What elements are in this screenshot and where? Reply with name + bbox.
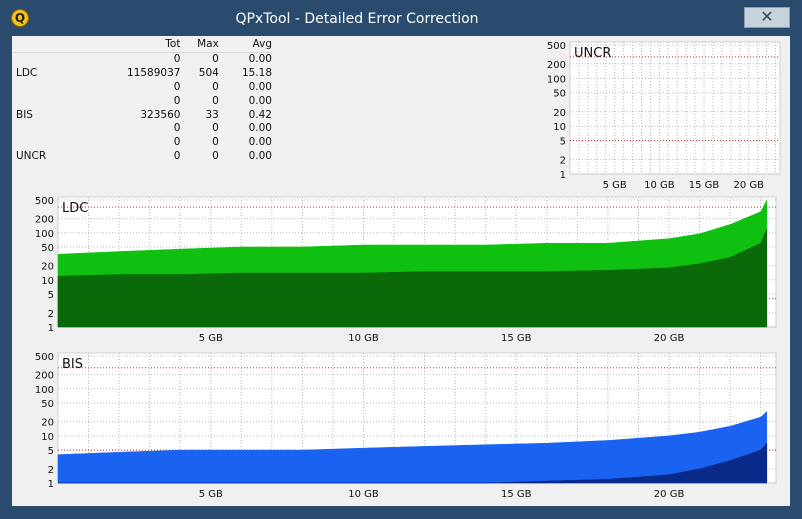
stats-row-label (14, 81, 86, 95)
stats-row: 0 0 0.00 (14, 52, 272, 66)
y-tick-label: 20 (41, 418, 54, 429)
stats-row-max: 0 (212, 150, 219, 163)
y-tick-label: 500 (547, 41, 566, 52)
stats-row-max: 0 (212, 52, 219, 65)
stats-row-max: 0 (212, 122, 219, 135)
stats-row-avg: 0.00 (248, 52, 272, 65)
error-stats-table: Tot Max Avg 0 0 0.00 LDC 11589037 504 15.18 0 0 0… (14, 38, 272, 164)
y-tick-label: 5 (560, 137, 566, 148)
title-bar[interactable]: Q QPxTool - Detailed Error Correction ✕ (0, 0, 802, 36)
stats-row: 0 0 0.00 (14, 136, 272, 150)
stats-row-label (14, 95, 86, 109)
ldc-chart-svg: 1 2 5 10 20 50 100 200 500 5 GB 10 GB 15 GB 20 GB LDC (35, 196, 777, 344)
stats-row-tot: 323560 (140, 108, 181, 121)
uncr-chart-svg: 1 2 5 10 20 50 100 200 500 5 GB 10 GB 15 GB 20 GB UNC… (547, 41, 781, 191)
stats-row-avg: 0.00 (248, 94, 272, 107)
stats-row-max: 0 (212, 136, 219, 149)
y-tick-label: 100 (35, 385, 54, 396)
y-tick-label: 20 (553, 108, 566, 119)
stats-row-tot: 0 (173, 136, 181, 149)
stats-row: BIS 323560 33 0.42 (14, 109, 272, 123)
x-tick-label: 20 GB (654, 489, 685, 500)
y-tick-label: 50 (553, 89, 566, 100)
stats-header-max: Max (180, 38, 219, 53)
y-tick-label: 1 (560, 170, 566, 181)
bis-chart: 1 2 5 10 20 50 100 200 500 5 GB 10 GB 15 GB 20 GB BIS (26, 351, 780, 505)
stats-row-max: 504 (198, 66, 219, 79)
stats-row-max: 33 (205, 108, 219, 121)
y-tick-label: 100 (35, 229, 54, 240)
stats-row-max: 0 (212, 80, 219, 93)
y-tick-label: 50 (41, 243, 54, 254)
stats-row: UNCR 0 0 0.00 (14, 150, 272, 164)
stats-row-label: LDC (16, 66, 38, 79)
stats-row-tot: 0 (173, 94, 181, 107)
stats-header-row: Tot Max Avg (14, 38, 272, 53)
stats-row-tot: 11589037 (127, 66, 181, 79)
y-tick-label: 10 (553, 122, 566, 133)
x-tick-label: 10 GB (644, 180, 675, 191)
y-tick-label: 1 (48, 479, 54, 490)
bis-chart-svg: 1 2 5 10 20 50 100 200 500 5 GB 10 GB 15 GB 20 GB BIS (35, 352, 777, 500)
x-tick-label: 5 GB (199, 333, 223, 344)
y-tick-label: 5 (48, 446, 54, 457)
y-tick-label: 50 (41, 399, 54, 410)
y-tick-label: 200 (35, 371, 54, 382)
close-button[interactable]: ✕ (744, 7, 790, 28)
stats-header-tot: Tot (86, 38, 181, 53)
stats-row-avg: 0.00 (248, 80, 272, 93)
stats-row-label: UNCR (16, 150, 47, 163)
stats-row-avg: 0.00 (248, 150, 272, 163)
stats-row: 0 0 0.00 (14, 122, 272, 136)
x-tick-label: 5 GB (603, 180, 627, 191)
chart-title: LDC (62, 201, 88, 216)
stats-header-label (14, 38, 86, 53)
x-tick-label: 10 GB (348, 333, 379, 344)
y-tick-label: 5 (48, 290, 54, 301)
chart-title: BIS (62, 357, 83, 372)
y-tick-label: 100 (547, 74, 566, 85)
stats-row-label (14, 136, 86, 150)
stats-row-avg: 0.42 (248, 108, 272, 121)
x-tick-label: 15 GB (501, 489, 532, 500)
stats-row-label (14, 52, 86, 66)
y-tick-label: 1 (48, 323, 54, 334)
stats-row-avg: 0.00 (248, 122, 272, 135)
stats-row: LDC 11589037 504 15.18 (14, 67, 272, 81)
uncr-chart: 1 2 5 10 20 50 100 200 500 5 GB 10 GB 15 GB 20 GB UNC… (547, 40, 782, 191)
stats-row-tot: 0 (173, 80, 181, 93)
y-tick-label: 500 (35, 196, 54, 207)
stats-row-avg: 15.18 (241, 66, 272, 79)
x-tick-label: 15 GB (501, 333, 532, 344)
stats-row-max: 0 (212, 94, 219, 107)
y-tick-label: 500 (35, 352, 54, 363)
y-tick-label: 20 (41, 262, 54, 273)
y-tick-label: 2 (560, 156, 566, 167)
y-tick-label: 10 (41, 276, 54, 287)
window-title: QPxTool - Detailed Error Correction (235, 11, 479, 27)
stats-row-tot: 0 (173, 122, 181, 135)
stats-row: 0 0 0.00 (14, 95, 272, 109)
client-area: Tot Max Avg 0 0 0.00 LDC 11589037 504 15.18 0 0 0… (12, 36, 790, 506)
x-tick-label: 5 GB (199, 489, 223, 500)
x-tick-label: 20 GB (654, 333, 685, 344)
stats-row-avg: 0.00 (248, 136, 272, 149)
stats-row-tot: 0 (173, 52, 181, 65)
x-tick-label: 20 GB (733, 180, 764, 191)
stats-row-label (14, 122, 86, 136)
x-tick-label: 15 GB (689, 180, 720, 191)
stats-row-tot: 0 (173, 150, 181, 163)
y-tick-label: 2 (48, 465, 54, 476)
stats-row-label: BIS (16, 108, 33, 121)
stats-row: 0 0 0.00 (14, 81, 272, 95)
app-window: Q QPxTool - Detailed Error Correction ✕ … (0, 0, 802, 519)
y-tick-label: 10 (41, 432, 54, 443)
y-tick-label: 200 (547, 60, 566, 71)
x-tick-label: 10 GB (348, 489, 379, 500)
ldc-chart: 1 2 5 10 20 50 100 200 500 5 GB 10 GB 15 GB 20 GB LDC (26, 195, 780, 349)
y-tick-label: 200 (35, 215, 54, 226)
chart-title: UNCR (574, 46, 611, 61)
y-tick-label: 2 (48, 309, 54, 320)
stats-header-avg: Avg (218, 38, 272, 53)
